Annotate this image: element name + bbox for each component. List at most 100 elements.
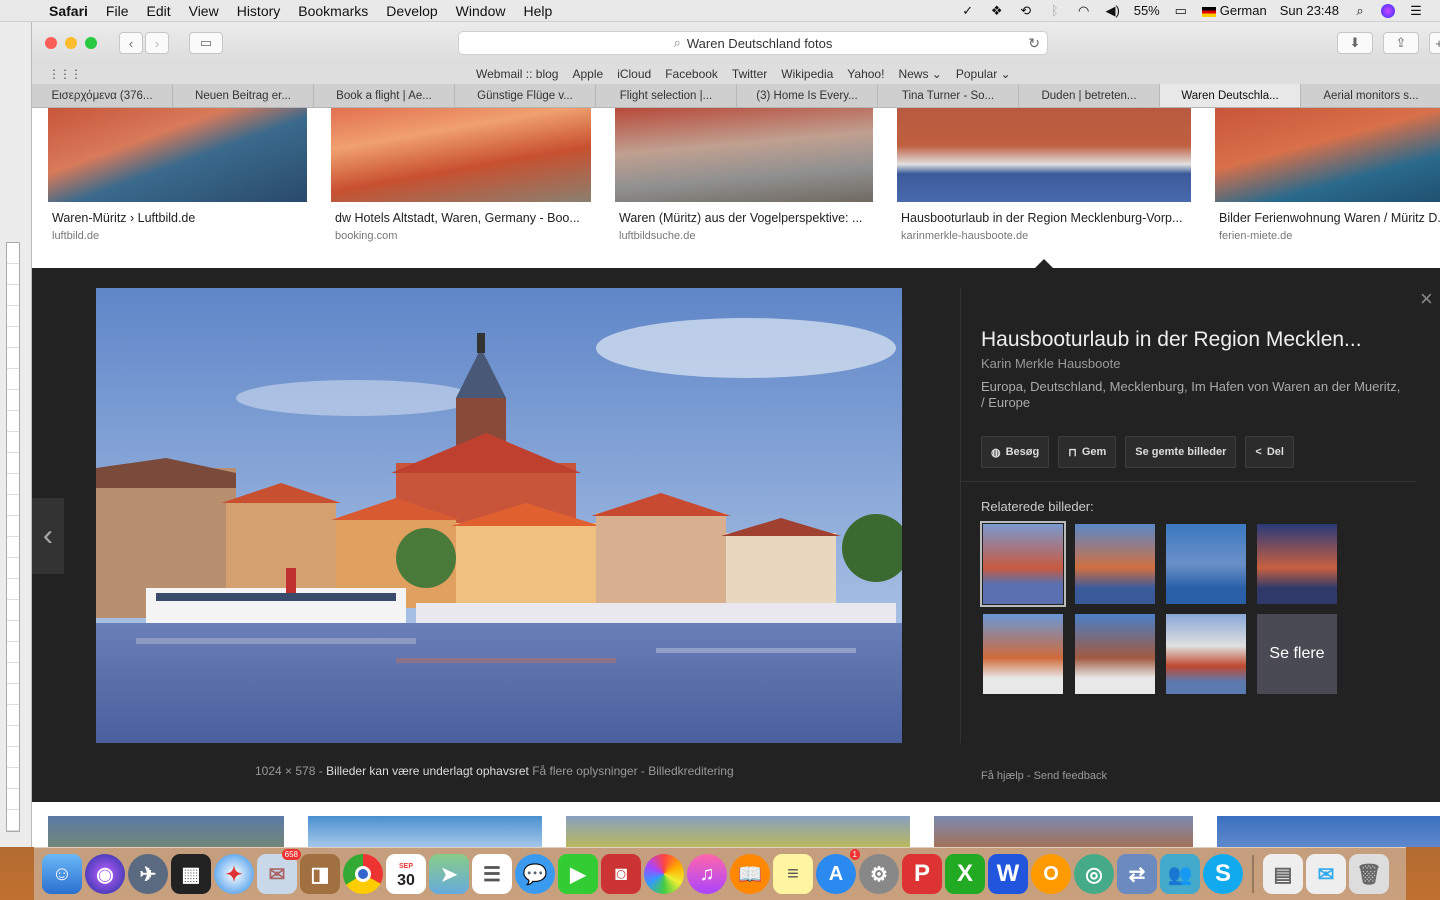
- result-title[interactable]: Waren (Müritz) aus der Vogelperspektive:…: [615, 211, 873, 225]
- battery-percent[interactable]: 55%: [1134, 3, 1160, 18]
- share-button[interactable]: < Del: [1245, 436, 1294, 468]
- favorite-link[interactable]: Yahoo!: [847, 67, 884, 81]
- close-preview-button[interactable]: ×: [1420, 286, 1440, 316]
- battery-icon[interactable]: ▭: [1173, 3, 1189, 18]
- result-title[interactable]: Hausbooturlaub in der Region Mecklenburg…: [897, 211, 1191, 225]
- word-icon[interactable]: W: [988, 854, 1028, 894]
- related-image[interactable]: [983, 614, 1063, 694]
- favorite-link[interactable]: Webmail :: blog: [476, 67, 558, 81]
- volume-icon[interactable]: ◀): [1105, 3, 1121, 18]
- tab[interactable]: Günstige Flüge v...: [455, 84, 596, 107]
- share-button[interactable]: ⇪: [1383, 32, 1419, 54]
- downloads-button[interactable]: ⬇: [1337, 32, 1373, 54]
- result-card[interactable]: dw Hotels Altstadt, Waren, Germany - Boo…: [331, 108, 591, 242]
- ibooks-icon[interactable]: 📖: [730, 854, 770, 894]
- excel-icon[interactable]: X: [945, 854, 985, 894]
- system-preferences-icon[interactable]: ⚙: [859, 854, 899, 894]
- menu-file[interactable]: File: [97, 3, 138, 19]
- result-card[interactable]: Bilder Ferienwohnung Waren / Müritz D...…: [1215, 108, 1440, 242]
- favorite-link[interactable]: Facebook: [665, 67, 718, 81]
- result-thumbnail[interactable]: [1217, 816, 1440, 847]
- result-thumbnail[interactable]: [897, 108, 1191, 202]
- tab[interactable]: Duden | betreten...: [1019, 84, 1160, 107]
- calendar-icon[interactable]: SEP 30: [386, 854, 426, 894]
- address-bar[interactable]: ⌕ Waren Deutschland fotos ↻: [458, 31, 1048, 55]
- menu-bookmarks[interactable]: Bookmarks: [289, 3, 377, 19]
- help-link[interactable]: Få hjælp: [981, 770, 1024, 782]
- sidebar-button[interactable]: ▭: [189, 32, 223, 54]
- tab[interactable]: Neuen Beitrag er...: [173, 84, 314, 107]
- result-card-selected[interactable]: Hausbooturlaub in der Region Mecklenburg…: [897, 108, 1191, 242]
- menu-history[interactable]: History: [228, 3, 290, 19]
- dropbox-icon[interactable]: ❖: [989, 3, 1005, 18]
- maps-icon[interactable]: ➤: [429, 854, 469, 894]
- launchpad-icon[interactable]: ✈: [128, 854, 168, 894]
- favorite-folder-popular[interactable]: Popular ⌄: [956, 67, 1011, 81]
- tab[interactable]: Tina Turner - So...: [878, 84, 1019, 107]
- back-button[interactable]: ‹: [119, 32, 143, 54]
- see-more-button[interactable]: Se flere: [1257, 614, 1337, 694]
- forward-button[interactable]: ›: [145, 32, 169, 54]
- chrome-icon[interactable]: [343, 854, 383, 894]
- result-thumbnail[interactable]: [934, 816, 1193, 847]
- clock[interactable]: Sun 23:48: [1280, 3, 1339, 18]
- related-image[interactable]: [1075, 614, 1155, 694]
- bluetooth-icon[interactable]: ᛒ: [1047, 3, 1063, 18]
- previous-image-button[interactable]: ‹: [32, 498, 64, 574]
- outlook-icon[interactable]: O: [1031, 854, 1071, 894]
- minimize-window-icon[interactable]: [65, 37, 77, 49]
- result-thumbnail[interactable]: [615, 108, 873, 202]
- close-window-icon[interactable]: [45, 37, 57, 49]
- tab[interactable]: Εισερχόμενα (376...: [32, 84, 173, 107]
- mail-icon[interactable]: ✉ 658: [257, 849, 301, 894]
- related-image[interactable]: [1166, 614, 1246, 694]
- messages-icon[interactable]: 💬: [515, 854, 555, 894]
- skype-document-icon[interactable]: ✉: [1306, 854, 1346, 894]
- menu-edit[interactable]: Edit: [137, 3, 179, 19]
- notes-icon[interactable]: ≡: [773, 854, 813, 894]
- new-tab-button[interactable]: +: [1429, 32, 1440, 54]
- result-card[interactable]: Waren (Müritz) aus der Vogelperspektive:…: [615, 108, 873, 242]
- menu-window[interactable]: Window: [447, 3, 515, 19]
- result-thumbnail[interactable]: [566, 816, 910, 847]
- image-title[interactable]: Hausbooturlaub in der Region Mecklen...: [981, 328, 1401, 352]
- result-title[interactable]: Waren-Müritz › Luftbild.de: [48, 211, 307, 225]
- related-image[interactable]: [1075, 524, 1155, 604]
- favorite-link[interactable]: iCloud: [617, 67, 651, 81]
- checkmark-circle-icon[interactable]: ✓: [960, 3, 976, 18]
- result-thumbnail[interactable]: [48, 108, 307, 202]
- result-thumbnail[interactable]: [1215, 108, 1440, 202]
- tab[interactable]: Aerial monitors s...: [1301, 84, 1440, 107]
- siri-icon[interactable]: [1381, 3, 1395, 18]
- related-image-selected[interactable]: [980, 521, 1066, 607]
- notification-center-icon[interactable]: ☰: [1408, 3, 1424, 18]
- tab[interactable]: (3) Home Is Every...: [737, 84, 878, 107]
- siri-icon[interactable]: ◉: [85, 854, 125, 894]
- favorite-link[interactable]: Apple: [572, 67, 603, 81]
- preview-image[interactable]: [96, 288, 902, 743]
- reminders-icon[interactable]: ☰: [472, 854, 512, 894]
- menu-view[interactable]: View: [180, 3, 228, 19]
- tab[interactable]: Book a flight | Ae...: [314, 84, 455, 107]
- network-globe-icon[interactable]: ◎: [1074, 854, 1114, 894]
- result-title[interactable]: Bilder Ferienwohnung Waren / Müritz D...: [1215, 211, 1440, 225]
- wifi-icon[interactable]: ◠: [1076, 3, 1092, 18]
- time-machine-icon[interactable]: ⟲: [1018, 3, 1034, 18]
- migration-assistant-icon[interactable]: ⇄: [1117, 854, 1157, 894]
- top-sites-grid-icon[interactable]: ⋮⋮⋮: [48, 67, 82, 81]
- result-thumbnail[interactable]: [48, 816, 284, 847]
- zoom-window-icon[interactable]: [85, 37, 97, 49]
- menu-app-name[interactable]: Safari: [40, 3, 97, 19]
- menu-develop[interactable]: Develop: [377, 3, 446, 19]
- result-card[interactable]: Waren-Müritz › Luftbild.de luftbild.de: [48, 108, 307, 242]
- app-store-icon[interactable]: A1: [816, 849, 860, 894]
- related-image[interactable]: [1166, 524, 1246, 604]
- result-thumbnail[interactable]: [308, 816, 542, 847]
- photo-booth-icon[interactable]: ◙: [601, 854, 641, 894]
- spotlight-search-icon[interactable]: ⌕: [1352, 3, 1368, 18]
- favorite-link[interactable]: Wikipedia: [781, 67, 833, 81]
- messenger-people-icon[interactable]: 👥: [1160, 854, 1200, 894]
- trash-icon[interactable]: 🗑: [1349, 854, 1389, 894]
- itunes-icon[interactable]: ♫: [687, 854, 727, 894]
- image-credits-link[interactable]: Billedkreditering: [648, 764, 733, 778]
